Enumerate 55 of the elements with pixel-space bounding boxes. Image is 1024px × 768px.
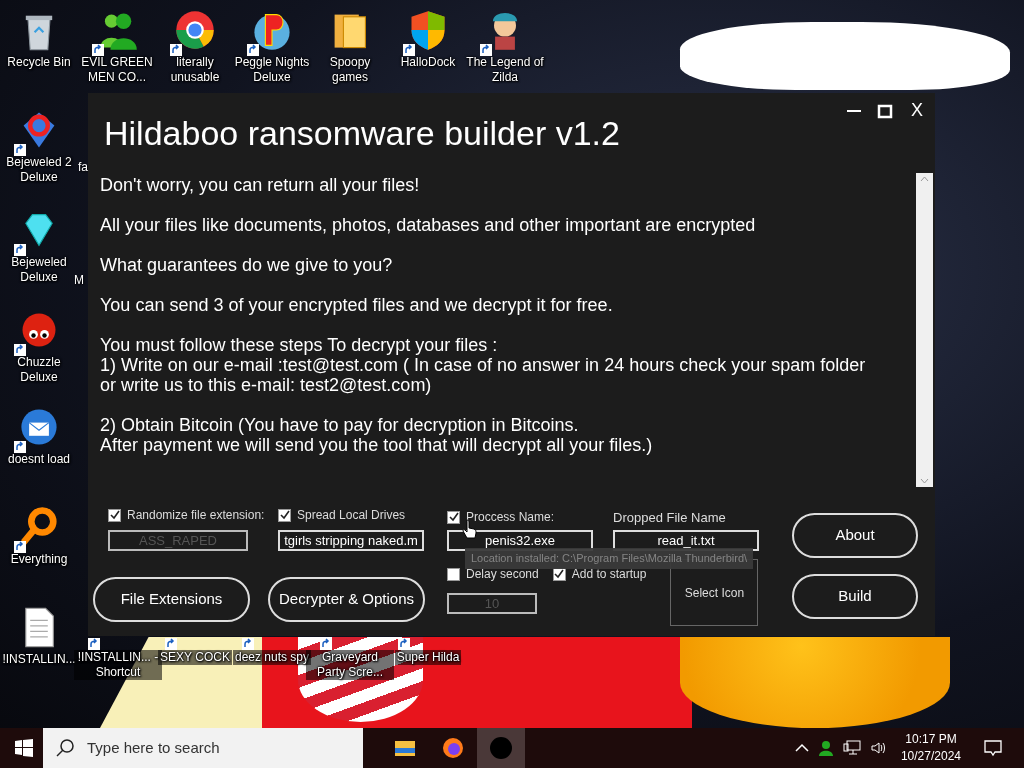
app-icon [489, 736, 513, 760]
message-paragraph: You can send 3 of your encrypted files and we decrypt it for free. [100, 295, 614, 315]
icon-label[interactable]: Bejeweled 2 Deluxe [0, 155, 78, 185]
icon-label[interactable]: doesnt load [7, 452, 71, 467]
icon-label[interactable]: Chuzzle Deluxe [0, 355, 78, 385]
field-label: Dropped File Name [613, 509, 727, 527]
message-paragraph: 2) Obtain Bitcoin (You have to pay for decryption in Bitcoins. After payment we will send you the tool that will decrypt all your files.) [100, 415, 654, 455]
icon-label[interactable]: EVIL GREEN MEN CO... [78, 55, 156, 85]
browser-icon [441, 736, 465, 760]
rounded-button[interactable]: Decrypter & Options [268, 577, 425, 622]
person-icon[interactable] [817, 740, 834, 756]
icon-label[interactable]: Everything [10, 552, 68, 567]
checkbox[interactable] [447, 567, 460, 581]
checkbox-label[interactable]: Proccess Name: [466, 508, 555, 526]
icon-label[interactable]: HalloDock [400, 55, 456, 70]
icon-label[interactable]: Recycle Bin [7, 55, 71, 70]
icon-label[interactable]: Peggle Nights Deluxe [233, 55, 311, 85]
search-bar[interactable]: Type here to search [43, 728, 363, 768]
icon-label[interactable]: M [74, 271, 84, 289]
checkbox[interactable] [447, 510, 460, 524]
checkbox[interactable] [278, 508, 291, 522]
checkbox[interactable] [108, 508, 121, 522]
message-paragraph: All your files like documents, photos, databases and other important are encrypted [100, 215, 757, 235]
icon-label[interactable]: literally unusable [156, 55, 234, 85]
rounded-button[interactable]: About [792, 513, 918, 558]
volume-icon[interactable] [869, 740, 886, 756]
maximize-icon[interactable] [877, 102, 893, 119]
icon-label[interactable]: Spoopy games [311, 55, 389, 85]
search-field[interactable]: Type here to search [85, 735, 345, 761]
message-paragraph: You must follow these steps To decrypt your files : 1) Write on our e-mail :test@test.com ( In case of no answer in 24 hours check your spam folder or write us to this e-mail: test2@test.com) [100, 335, 867, 395]
clock[interactable]: 10:17 PM 10/27/2024 [900, 731, 961, 765]
rounded-button[interactable]: Build [792, 574, 918, 619]
icon-label[interactable]: !INSTALLIN... [2, 652, 76, 667]
window-title: Hildaboo ransomware builder v1.2 [104, 113, 620, 154]
start-button-icon[interactable] [15, 739, 33, 757]
clock-time: 10:17 PM [904, 731, 958, 748]
icon-label[interactable]: fa [78, 158, 88, 176]
browser-icon[interactable] [173, 8, 217, 52]
icon-label[interactable]: SEXY COCK [158, 650, 232, 665]
checkbox-label[interactable]: Randomize file extension: [127, 506, 265, 524]
message-paragraph: What guarantees do we give to you? [100, 255, 394, 275]
chevron-up-icon[interactable] [794, 743, 809, 753]
icon-label[interactable]: The Legend of Zilda [466, 55, 544, 85]
icon-label[interactable]: !INSTALLIN... - Shortcut [74, 650, 162, 680]
text-field[interactable]: tgirls stripping naked.m [278, 530, 424, 551]
message-paragraph: Don't worry, you can return all your files! [100, 175, 421, 195]
close-button[interactable]: X [907, 97, 927, 124]
network-icon[interactable] [842, 740, 861, 756]
clock-date: 10/27/2024 [900, 748, 961, 765]
checkbox-label[interactable]: Spread Local Drives [297, 506, 406, 524]
search-icon [55, 738, 75, 758]
tooltip: Location installed: C:\Program Files\Mozilla Thunderbird\ [465, 548, 754, 569]
rounded-button[interactable]: File Extensions [93, 577, 250, 622]
hand-cursor-icon [462, 519, 478, 539]
notification-icon[interactable] [984, 739, 1002, 757]
